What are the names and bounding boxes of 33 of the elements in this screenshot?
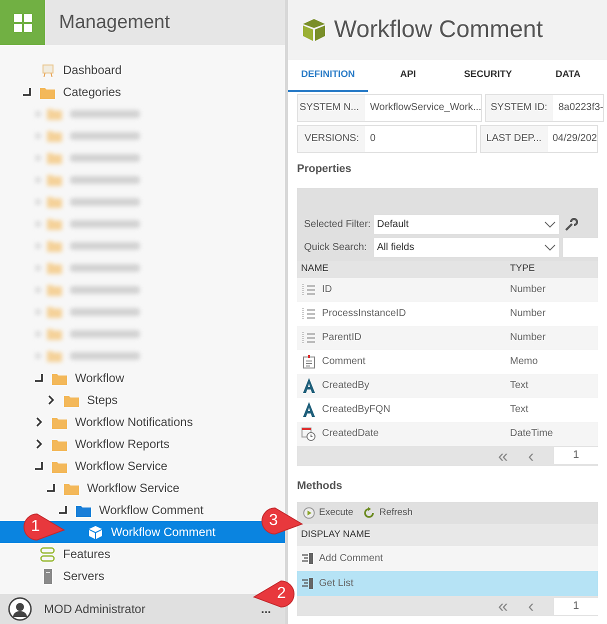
- table-cell-text: CreatedDate: [322, 427, 379, 441]
- table-cell-text: Text: [510, 379, 528, 393]
- table-cell-text: Comment: [322, 355, 366, 369]
- table-cell-text: Text: [510, 403, 528, 417]
- table-cell-text: CreatedByFQN: [322, 403, 390, 417]
- table-cell-text: DateTime: [510, 427, 553, 441]
- info-value: 04/29/202: [552, 132, 597, 146]
- table-cell-text: ID: [322, 283, 332, 297]
- table-cell-text: ParentID: [322, 331, 362, 345]
- section-title: Methods: [297, 478, 344, 494]
- table-cell-text: Memo: [510, 355, 538, 369]
- info-value: 0: [369, 132, 376, 146]
- table-cell-text: Number: [510, 331, 546, 345]
- search-label: Quick Search:: [304, 240, 368, 254]
- info-value: WorkflowService_Work...: [369, 101, 482, 115]
- info-label: SYSTEM N...: [298, 95, 365, 121]
- callout-tooltip: 1: [22, 512, 66, 542]
- info-label: VERSIONS:: [298, 126, 365, 152]
- column-header: TYPE: [510, 262, 535, 276]
- filter-label: Selected Filter:: [304, 218, 372, 232]
- callout-tooltip: 2: [252, 579, 296, 609]
- column-header: NAME: [300, 262, 330, 276]
- info-label: SYSTEM ID:: [486, 95, 554, 121]
- table-cell-text: CreatedBy: [322, 379, 370, 393]
- section-title: Properties: [297, 162, 352, 177]
- user-name: MOD Administrator: [44, 601, 146, 618]
- sidebar-title: Management: [59, 11, 170, 35]
- info-value: 8a0223f3-: [557, 101, 604, 115]
- table-cell-text: Number: [510, 283, 546, 297]
- table-cell-text: ProcessInstanceID: [322, 307, 406, 321]
- table-cell-text: Number: [510, 307, 546, 321]
- page-title: Workflow Comment: [334, 15, 543, 45]
- info-label: LAST DEP...: [480, 126, 548, 152]
